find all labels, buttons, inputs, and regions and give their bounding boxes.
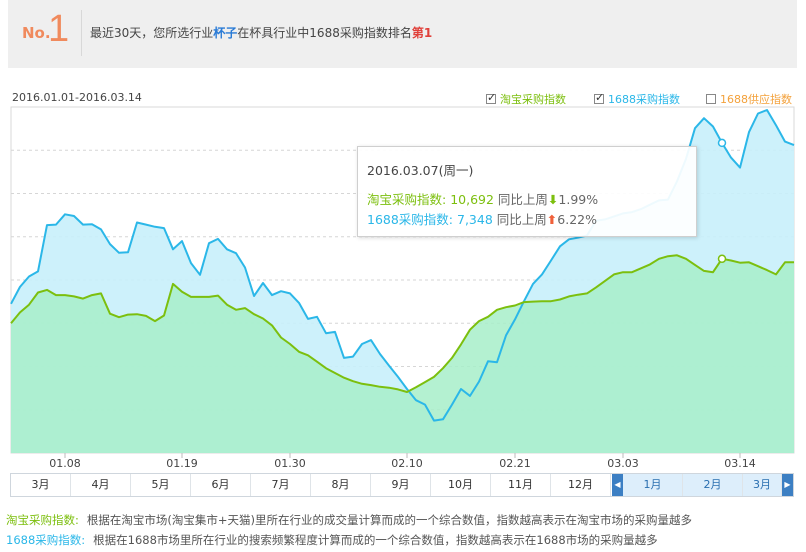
- tooltip-1688-label: 1688采购指数:: [367, 212, 457, 227]
- month-cell[interactable]: 4月: [71, 474, 131, 496]
- tooltip-row-taobao: 淘宝采购指数: 10,692 同比上周⬇1.99%: [367, 189, 598, 208]
- note-1688: 1688采购指数: 根据在1688市场里所在行业的搜索频繁程度计算而成的一个综合数…: [6, 532, 658, 548]
- note-1688-text: 根据在1688市场里所在行业的搜索频繁程度计算而成的一个综合数值，指数越高表示在…: [93, 533, 658, 547]
- up-arrow-icon: ⬆: [546, 212, 558, 227]
- month-cell-selected[interactable]: 1月: [623, 474, 683, 496]
- x-tick-label: 03.14: [724, 457, 756, 470]
- series-1688-marker: [717, 138, 727, 148]
- down-arrow-icon: ⬇: [547, 192, 559, 207]
- range-left-handle-icon[interactable]: ◀: [612, 474, 623, 496]
- x-tick-label: 01.08: [49, 457, 81, 470]
- month-cell[interactable]: 8月: [311, 474, 371, 496]
- month-navigator[interactable]: 3月 4月 5月 6月 7月 8月 9月 10月 11月 12月 ◀ 1月 2月…: [10, 473, 794, 497]
- x-tick-label: 02.21: [499, 457, 531, 470]
- tooltip-1688-compare: 同比上周: [492, 212, 547, 227]
- range-right-handle-icon[interactable]: ▶: [782, 474, 793, 496]
- month-cell-selected[interactable]: 3月: [743, 474, 782, 496]
- x-tick-label: 01.19: [166, 457, 198, 470]
- month-cell[interactable]: 9月: [371, 474, 431, 496]
- x-tick-label: 02.10: [391, 457, 423, 470]
- tooltip-taobao-label: 淘宝采购指数:: [367, 192, 451, 207]
- series-taobao-marker: [717, 254, 727, 264]
- note-taobao-label: 淘宝采购指数:: [6, 513, 79, 527]
- month-cell[interactable]: 6月: [191, 474, 251, 496]
- note-taobao-text: 根据在淘宝市场(淘宝集市+天猫)里所在行业的成交量计算而成的一个综合数值，指数越…: [86, 513, 692, 527]
- month-cell[interactable]: 11月: [491, 474, 551, 496]
- month-cell[interactable]: 3月: [11, 474, 71, 496]
- chart-x-axis: 01.08 01.19 01.30 02.10 02.21 03.03 03.14: [49, 453, 756, 470]
- tooltip-1688-value: 7,348: [457, 212, 493, 227]
- month-cell[interactable]: 5月: [131, 474, 191, 496]
- month-cell[interactable]: 10月: [431, 474, 491, 496]
- month-cell[interactable]: 7月: [251, 474, 311, 496]
- tooltip-taobao-pct: 1.99%: [558, 192, 599, 207]
- tooltip-taobao-compare: 同比上周: [493, 192, 548, 207]
- month-cell[interactable]: 12月: [551, 474, 611, 496]
- note-taobao: 淘宝采购指数: 根据在淘宝市场(淘宝集市+天猫)里所在行业的成交量计算而成的一个综…: [6, 512, 692, 528]
- tooltip-row-1688: 1688采购指数: 7,348 同比上周⬆6.22%: [367, 209, 597, 228]
- month-cell-selected[interactable]: 2月: [683, 474, 743, 496]
- tooltip-taobao-value: 10,692: [450, 192, 494, 207]
- x-tick-label: 01.30: [274, 457, 306, 470]
- tooltip-1688-pct: 6.22%: [557, 212, 597, 227]
- note-1688-label: 1688采购指数:: [6, 533, 86, 547]
- chart-tooltip: 2016.03.07(周一) 淘宝采购指数: 10,692 同比上周⬇1.99%…: [357, 146, 697, 237]
- tooltip-date: 2016.03.07(周一): [367, 163, 474, 178]
- x-tick-label: 03.03: [607, 457, 639, 470]
